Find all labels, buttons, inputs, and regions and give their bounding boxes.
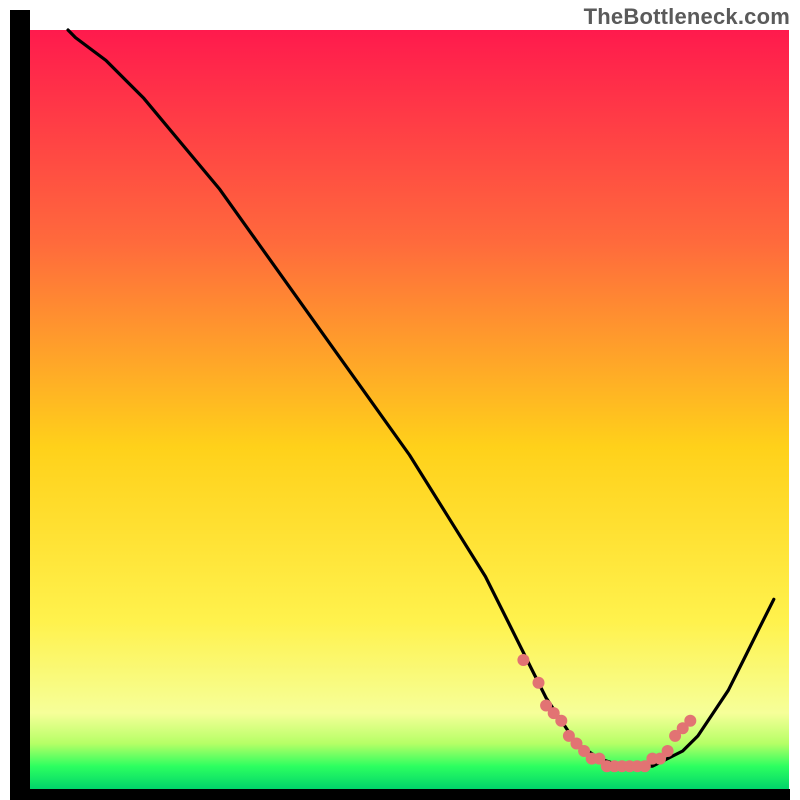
- bottleneck-chart: [0, 0, 800, 800]
- chart-stage: TheBottleneck.com: [0, 0, 800, 800]
- marker-dot: [662, 745, 674, 757]
- marker-dot: [533, 677, 545, 689]
- x-axis: [10, 789, 790, 800]
- marker-dot: [517, 654, 529, 666]
- gradient-background: [30, 30, 789, 789]
- marker-dot: [555, 715, 567, 727]
- marker-dot: [684, 715, 696, 727]
- y-axis: [10, 10, 30, 790]
